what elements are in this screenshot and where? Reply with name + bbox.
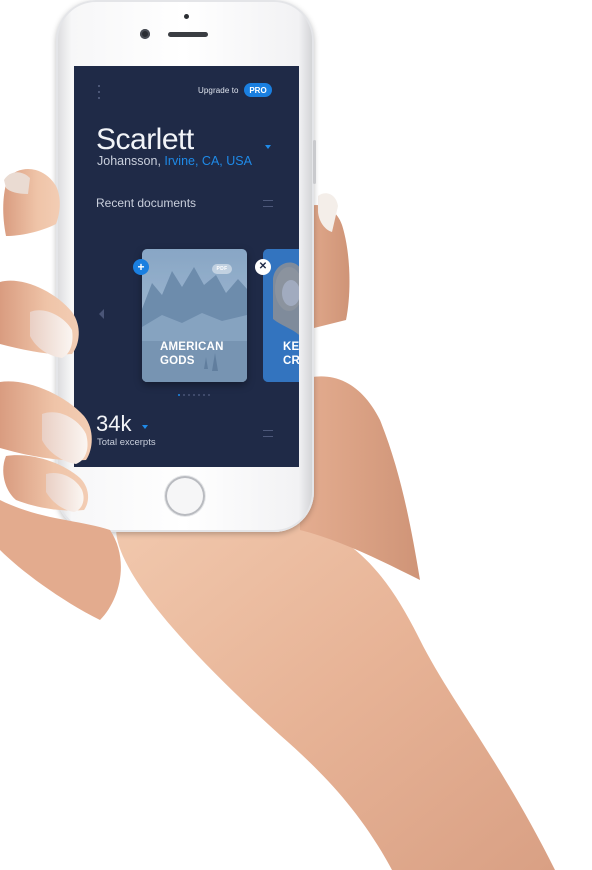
power-button xyxy=(313,140,316,184)
card-title: AMERICAN GODS xyxy=(160,341,224,367)
pager-dot[interactable] xyxy=(208,394,210,396)
total-excerpts-value: 34k xyxy=(96,411,132,436)
hamburger-icon[interactable] xyxy=(263,430,273,437)
pager-dot[interactable] xyxy=(198,394,200,396)
card-peek-title: KE CR xyxy=(283,341,299,367)
profile-location[interactable]: Irvine, CA, USA xyxy=(164,154,252,168)
earpiece-speaker xyxy=(168,32,208,37)
profile-last-name: Johansson, xyxy=(97,154,161,168)
add-icon[interactable]: + xyxy=(133,259,149,275)
chevron-down-icon[interactable] xyxy=(142,425,148,429)
carousel-pager xyxy=(178,394,210,396)
pager-dot[interactable] xyxy=(203,394,205,396)
product-mockup: Upgrade to PRO Scarlett Johansson, Irvin… xyxy=(0,0,592,870)
total-excerpts-label: Total excerpts xyxy=(97,437,156,448)
chevron-down-icon[interactable] xyxy=(265,145,271,149)
profile-first-name: Scarlett xyxy=(96,123,194,156)
app-screen: Upgrade to PRO Scarlett Johansson, Irvin… xyxy=(74,66,299,467)
home-button[interactable] xyxy=(165,476,205,516)
profile-subline: Johansson, Irvine, CA, USA xyxy=(97,153,252,169)
proximity-sensor xyxy=(184,14,189,19)
chevron-left-icon[interactable] xyxy=(99,309,104,319)
hamburger-icon[interactable] xyxy=(263,200,273,207)
recent-documents-title: Recent documents xyxy=(96,196,197,210)
pro-upgrade-button[interactable]: PRO xyxy=(244,83,272,97)
close-icon[interactable]: ✕ xyxy=(255,259,271,275)
front-camera xyxy=(140,29,150,39)
vertical-dots-icon[interactable] xyxy=(96,85,102,99)
pager-dot[interactable] xyxy=(178,394,180,396)
pdf-badge: PDF xyxy=(212,264,232,274)
pager-dot[interactable] xyxy=(183,394,185,396)
document-card-american-gods[interactable]: PDF AMERICAN GODS xyxy=(142,249,247,382)
pager-dot[interactable] xyxy=(193,394,195,396)
pager-dot[interactable] xyxy=(188,394,190,396)
upgrade-label: Upgrade to xyxy=(198,86,239,95)
